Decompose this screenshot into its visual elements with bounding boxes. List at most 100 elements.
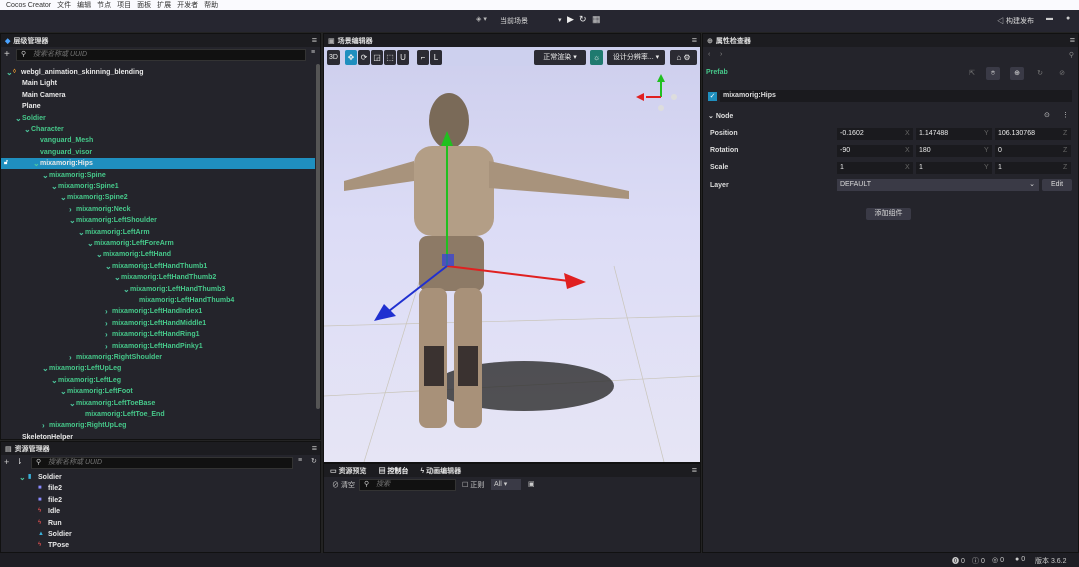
chevron-down-icon[interactable]: ⌄ [60, 386, 67, 397]
chevron-down-icon[interactable]: ⌄ [51, 375, 58, 386]
tree-node[interactable]: › mixamorig:Neck [1, 204, 315, 215]
chevron-down-icon[interactable]: ⌄ [24, 124, 31, 135]
chevron-down-icon[interactable]: ⌄ [69, 215, 76, 226]
axis-label[interactable]: Z [1063, 164, 1067, 171]
add-asset-button[interactable]: + [4, 457, 9, 467]
chevron-down-icon[interactable]: ⌄ [123, 284, 130, 295]
lock-icon[interactable]: 🔓︎ [4, 158, 8, 169]
hierarchy-search-input[interactable]: ⚲ 搜索名称或 UUID [16, 49, 306, 61]
chevron-right-icon[interactable]: › [69, 352, 72, 363]
help-icon[interactable]: ⊙ [1044, 111, 1050, 119]
tree-node[interactable]: ⌄ mixamorig:LeftLeg [1, 375, 315, 386]
regex-checkbox[interactable]: ☐ 正则 [462, 480, 484, 490]
tree-node[interactable]: Main Light [1, 78, 315, 89]
local-global-button[interactable]: L [430, 50, 442, 65]
node-active-checkbox[interactable]: ✓ [708, 92, 717, 101]
asset-item[interactable]: ▲ Soldier [1, 529, 315, 540]
menu-developer[interactable]: 开发者 [177, 0, 198, 10]
node-section-header[interactable]: ⌄ Node [708, 112, 733, 120]
tree-node[interactable]: ⌄ mixamorig:LeftHandThumb1 [1, 261, 315, 272]
position-y-input[interactable]: 1.147488 [916, 128, 992, 140]
layer-select[interactable]: DEFAULT ⌄ [837, 179, 1039, 191]
tree-node[interactable]: ⌄ mixamorig:LeftUpLeg [1, 363, 315, 374]
chevron-down-icon[interactable]: ⌄ [96, 249, 103, 260]
scale-x-input[interactable]: 1 [837, 162, 913, 174]
user-icon[interactable]: ● [1066, 15, 1070, 22]
axis-label[interactable]: X [905, 130, 910, 137]
axis-label[interactable]: Y [984, 164, 989, 171]
chevron-right-icon[interactable]: › [105, 306, 108, 317]
axis-label[interactable]: X [905, 147, 910, 154]
tree-node[interactable]: › mixamorig:LeftHandRing1 [1, 329, 315, 340]
snap-tool-button[interactable]: U [397, 50, 409, 65]
error-count[interactable]: ⓿ 0 [952, 556, 965, 566]
menu-icon[interactable]: ≡ [1070, 35, 1075, 45]
chevron-right-icon[interactable]: › [69, 204, 72, 215]
tree-node[interactable]: ⌄ mixamorig:LeftHandThumb2 [1, 272, 315, 283]
assets-search-input[interactable]: ⚲ 搜索名称或 UUID [31, 457, 293, 469]
tree-node[interactable]: ⌄ mixamorig:LeftHandThumb3 [1, 284, 315, 295]
tree-node[interactable]: ⌄ Soldier [1, 113, 315, 124]
menu-node[interactable]: 节点 [97, 0, 111, 10]
rotate-tool-button[interactable]: ⟳ [358, 50, 370, 65]
back-icon[interactable]: ‹ [708, 51, 710, 58]
tree-node[interactable]: ⌄ ◊ webgl_animation_skinning_blending [1, 67, 315, 78]
folder-icon[interactable]: ▬ [1046, 15, 1053, 22]
scale-y-input[interactable]: 1 [916, 162, 992, 174]
menu-help[interactable]: 帮助 [204, 0, 218, 10]
tree-node[interactable]: ⌄ mixamorig:LeftForeArm [1, 238, 315, 249]
more-icon[interactable]: ⋮ [1062, 111, 1069, 119]
chevron-down-icon[interactable]: ⌄ [78, 227, 85, 238]
log-count[interactable]: ◎ 0 [992, 556, 1004, 564]
prefab-select-icon[interactable]: ⊕ [1010, 67, 1024, 80]
platform-icon[interactable]: ◈ ▾ [476, 15, 487, 23]
menu-file[interactable]: 文件 [57, 0, 71, 10]
chevron-down-icon[interactable]: ⌄ [33, 158, 40, 169]
refresh-button[interactable]: ↻ [579, 14, 587, 25]
tree-node[interactable]: Main Camera [1, 90, 315, 101]
tree-node[interactable]: mixamorig:LeftToe_End [1, 409, 315, 420]
tree-node[interactable]: › mixamorig:RightShoulder [1, 352, 315, 363]
menu-icon[interactable]: ≡ [312, 443, 317, 453]
list-view-icon[interactable]: ≡ [298, 457, 302, 464]
forward-icon[interactable]: › [720, 51, 722, 58]
refresh-icon[interactable]: ↻ [311, 457, 317, 465]
menu-icon[interactable]: ≡ [312, 35, 317, 45]
open-log-icon[interactable]: ▣ [528, 480, 535, 488]
menu-edit[interactable]: 编辑 [77, 0, 91, 10]
axis-label[interactable]: Z [1063, 147, 1067, 154]
node-name-input[interactable]: mixamorig:Hips [720, 90, 1072, 102]
tree-node[interactable]: ⌄ Character [1, 124, 315, 135]
chevron-down-icon[interactable]: ⌄ [114, 272, 121, 283]
rect-tool-button[interactable]: ⬚ [384, 50, 396, 65]
asset-item[interactable]: ⌄ ▮ Soldier [1, 472, 315, 483]
asset-item[interactable]: ■ file2 [1, 483, 315, 494]
pin-icon[interactable]: ⚲ [1069, 51, 1074, 59]
chevron-down-icon[interactable]: ⌄ [15, 113, 22, 124]
chevron-right-icon[interactable]: › [42, 420, 45, 431]
menu-icon[interactable]: ≡ [692, 35, 697, 45]
asset-item[interactable]: ϟ TPose [1, 540, 315, 551]
chevron-right-icon[interactable]: › [105, 341, 108, 352]
network-count[interactable]: ● 0 [1015, 556, 1025, 563]
tree-node[interactable]: ⌄ mixamorig:LeftToeBase [1, 398, 315, 409]
axis-label[interactable]: Y [984, 130, 989, 137]
chevron-right-icon[interactable]: › [105, 329, 108, 340]
tree-node[interactable]: ⌄ mixamorig:Spine [1, 170, 315, 181]
tree-node[interactable]: › mixamorig:LeftHandPinky1 [1, 341, 315, 352]
rotation-x-input[interactable]: -90 [837, 145, 913, 157]
rotation-y-input[interactable]: 180 [916, 145, 992, 157]
qrcode-icon[interactable]: ▦ [592, 14, 601, 25]
prefab-revert-icon[interactable]: ↻ [1034, 67, 1046, 80]
tree-node[interactable]: › mixamorig:LeftHandMiddle1 [1, 318, 315, 329]
tree-node[interactable]: ⌄ mixamorig:LeftFoot [1, 386, 315, 397]
console-search-input[interactable]: ⚲ 搜索 [359, 479, 456, 491]
position-x-input[interactable]: -0.1602 [837, 128, 913, 140]
view-gizmo[interactable] [636, 74, 677, 111]
rotation-z-input[interactable]: 0 [995, 145, 1071, 157]
axis-label[interactable]: Y [984, 147, 989, 154]
chevron-down-icon[interactable]: ⌄ [60, 192, 67, 203]
add-node-button[interactable]: + [4, 49, 10, 60]
tree-node[interactable]: ⌄ mixamorig:Spine2 [1, 192, 315, 203]
tree-node[interactable]: › mixamorig:LeftHandIndex1 [1, 306, 315, 317]
